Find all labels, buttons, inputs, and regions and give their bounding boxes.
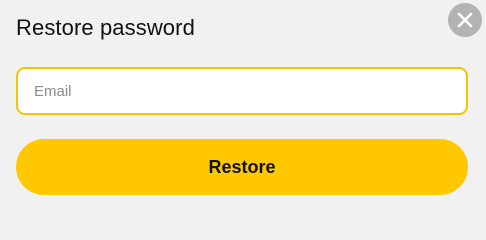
dialog-title: Restore password xyxy=(16,15,195,40)
close-icon xyxy=(457,12,473,28)
restore-button[interactable]: Restore xyxy=(16,139,468,195)
restore-password-dialog: Restore password Restore xyxy=(0,0,486,211)
close-button[interactable] xyxy=(448,3,482,37)
email-input[interactable] xyxy=(16,67,468,115)
